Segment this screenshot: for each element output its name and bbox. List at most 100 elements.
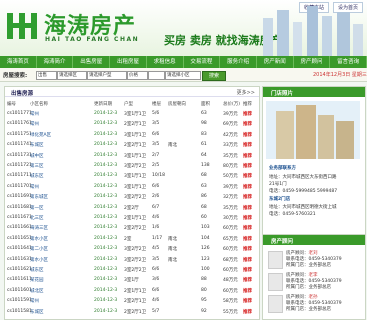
nav-advisors[interactable]: 房产顾问	[294, 56, 331, 68]
row-id[interactable]: cs1011691	[7, 194, 32, 199]
more-link[interactable]: 更多>>	[237, 89, 255, 96]
row-floor: 1/17	[152, 235, 163, 241]
advisor-store: 业务部总店	[308, 285, 332, 290]
table-row[interactable]: cs1011641 第二小区 2014-12-3 3室2厅2卫 4/5 南北 126 60万元…	[5, 244, 259, 254]
row-layout: 3室2厅2卫	[124, 247, 147, 253]
table-row[interactable]: cs1011621 城东区 2014-12-3 3室2厅2卫 6/6 100 60万元 推荐	[5, 265, 259, 275]
nav-services[interactable]: 服务介绍	[220, 56, 257, 68]
nav-about[interactable]: 海涛简介	[37, 56, 74, 68]
row-community[interactable]: 城中区	[30, 153, 44, 159]
row-area: 126	[201, 246, 210, 252]
search-button[interactable]: 搜索	[202, 70, 226, 81]
price-select[interactable]: 价格	[127, 71, 148, 80]
table-row[interactable]: cs1011721 第三区 2014-12-3 3室2厅2卫 2/5 138 80万元 推荐	[5, 161, 259, 171]
table-row[interactable]: cs1011671 北三区 2014-12-3 2室1厅1卫 4/6 60 30万元 推荐	[5, 213, 259, 223]
price-input[interactable]	[148, 71, 165, 80]
row-id[interactable]: cs1011621	[7, 267, 32, 272]
table-row[interactable]: cs1011661 海涛三区 2014-12-3 2室2厅2卫 1/6 103 60万元 推荐	[5, 223, 259, 233]
row-community[interactable]: 海涛三区	[30, 225, 48, 231]
district-select[interactable]: 请选择区	[57, 71, 87, 80]
advisor-card[interactable]: 房产顾问：老刘 联系电话：0459-5340379 所属门店：业务部总店	[266, 249, 360, 271]
row-community[interactable]: 常州	[30, 111, 39, 117]
row-id[interactable]: cs1011721	[7, 163, 32, 168]
nav-rent[interactable]: 出租房屋	[110, 56, 147, 68]
table-row[interactable]: cs1011601 城北区 2014-12-3 2室1厅1卫 6/6 80 60万元 推荐	[5, 286, 259, 296]
row-date: 2014-12-3	[94, 287, 118, 293]
row-id[interactable]: cs1011771	[7, 111, 32, 116]
nav-home[interactable]: 海涛首页	[0, 56, 37, 68]
sale-listings-panel: 出售房源 更多>> 编号 小区名称 更新日期 户型 楼层 房屋朝向 面积 总价(…	[4, 86, 260, 320]
row-floor: 6/7	[152, 204, 160, 210]
row-community[interactable]: 东城区	[30, 309, 44, 315]
nav-wanted[interactable]: 求租信息	[147, 56, 184, 68]
nav-sale[interactable]: 出售房屋	[73, 56, 111, 68]
row-community[interactable]: 第东城区	[30, 194, 48, 200]
store-building-photo[interactable]	[266, 101, 360, 159]
table-row[interactable]: cs1011741 东城区 2014-12-3 2室2厅1卫 3/5 南北 61 33万元 推荐	[5, 140, 259, 150]
row-id[interactable]: cs1011661	[7, 225, 32, 230]
row-community[interactable]: 常州	[30, 184, 39, 190]
table-row[interactable]: cs1011711 城东区 2014-12-3 3室1厅1卫 10/18 68 50万元 推荐	[5, 171, 259, 181]
community-select[interactable]: 请选择小区	[165, 71, 201, 80]
row-community[interactable]: 城东区	[30, 267, 44, 273]
nav-news[interactable]: 房产新闻	[257, 56, 294, 68]
row-floor: 2/7	[152, 152, 160, 158]
table-row[interactable]: cs1011701 常州 2014-12-3 3室1厅1卫 6/6 63 39万元 推荐	[5, 182, 259, 192]
row-community[interactable]: 第水小区	[30, 257, 48, 263]
row-community[interactable]: 城北区	[30, 288, 44, 294]
table-row[interactable]: cs1011691 第东城区 2014-12-3 3室2厅2卫 2/6 86 32万元 推荐	[5, 192, 259, 202]
row-id[interactable]: cs1011711	[7, 173, 32, 178]
row-id[interactable]: cs1011701	[7, 184, 32, 189]
row-community[interactable]: 某花园	[30, 277, 44, 283]
table-row[interactable]: cs1011731 城中区 2014-12-3 3室1厅1卫 2/7 64 35万元 推荐	[5, 151, 259, 161]
nav-process[interactable]: 交易流程	[184, 56, 221, 68]
row-id[interactable]: cs1011601	[7, 288, 32, 293]
advisor-card[interactable]: 房产顾问：老孙 联系电话：0459-5340379 所属门店：业务部总店	[266, 293, 360, 315]
table-row[interactable]: cs1011771 常州 2014-12-3 3室1厅1卫 5/6 63 39万元 推荐	[5, 109, 259, 119]
row-id[interactable]: cs1011611	[7, 277, 32, 282]
row-price: 35万元	[223, 153, 238, 159]
row-id[interactable]: cs1011741	[7, 142, 32, 147]
row-id[interactable]: cs1011761	[7, 121, 32, 126]
row-community[interactable]: 第三区	[30, 163, 44, 169]
table-row[interactable]: cs1011581 东城区 2014-12-3 2室2厅1卫 5/7 92 55万元 推荐	[5, 307, 259, 317]
table-row[interactable]: cs1011591 常州 2014-12-3 2室2厅1卫 4/6 95 58万元 推荐	[5, 296, 259, 306]
row-community[interactable]: 第一区	[30, 205, 44, 211]
row-id[interactable]: cs1011631	[7, 257, 32, 262]
row-id[interactable]: cs1011751	[7, 132, 32, 137]
row-id[interactable]: cs1011651	[7, 236, 32, 241]
table-row[interactable]: cs1011681 第一区 2014-12-3 2室2厅 6/7 68 35万元 推荐	[5, 203, 259, 213]
row-layout: 3室2厅2卫	[124, 257, 147, 263]
row-layout: 3室1厅1卫	[124, 132, 147, 138]
row-id[interactable]: cs1011671	[7, 215, 32, 220]
table-row[interactable]: cs1011611 某花园 2014-12-3 3室1厅 3/6 88 48万元 推荐	[5, 275, 259, 285]
table-row[interactable]: cs1011761 常州 2014-12-3 2室2厅1卫 3/5 98 69万元 推荐	[5, 119, 259, 129]
row-community[interactable]: 城东区	[30, 173, 44, 179]
row-price: 60万元	[223, 247, 238, 253]
row-community[interactable]: 北三区	[30, 215, 44, 221]
type-select[interactable]: 出售	[36, 71, 57, 80]
row-orientation: 南北	[168, 257, 177, 263]
table-row[interactable]: cs1011651 第水小区 2014-12-3 2室 1/17 南北 104 65万元 推荐	[5, 234, 259, 244]
row-floor: 3/5	[152, 142, 160, 148]
row-community[interactable]: 东城区	[30, 142, 44, 148]
row-id[interactable]: cs1011681	[7, 205, 32, 210]
advisor-card[interactable]: 房产顾问：老李 联系电话：0459-5340379 所属门店：业务部总店	[266, 271, 360, 293]
row-community[interactable]: 常州	[30, 121, 39, 127]
row-community[interactable]: 第二小区	[30, 246, 48, 252]
row-area: 80	[201, 287, 207, 293]
nav-message[interactable]: 留言咨询	[330, 56, 367, 68]
row-id[interactable]: cs1011591	[7, 298, 32, 303]
row-layout: 3室1厅1卫	[124, 112, 147, 117]
row-community[interactable]: 常州	[30, 298, 39, 304]
row-community[interactable]: 第水小区	[30, 236, 48, 242]
row-id[interactable]: cs1011581	[7, 309, 32, 314]
layout-select[interactable]: 请选择户型	[87, 71, 127, 80]
row-floor: 6/6	[152, 267, 160, 272]
row-id[interactable]: cs1011641	[7, 246, 32, 251]
table-row[interactable]: cs1011631 第水小区 2014-12-3 3室2厅2卫 3/5 南北 123 68万元…	[5, 255, 259, 265]
table-row[interactable]: cs1011751 绿化苑A区 2014-12-3 3室1厅1卫 6/6 83 42万元 推荐	[5, 130, 259, 140]
row-date: 2014-12-3	[94, 111, 118, 116]
row-community[interactable]: 绿化苑A区	[30, 132, 51, 138]
row-id[interactable]: cs1011731	[7, 153, 32, 158]
